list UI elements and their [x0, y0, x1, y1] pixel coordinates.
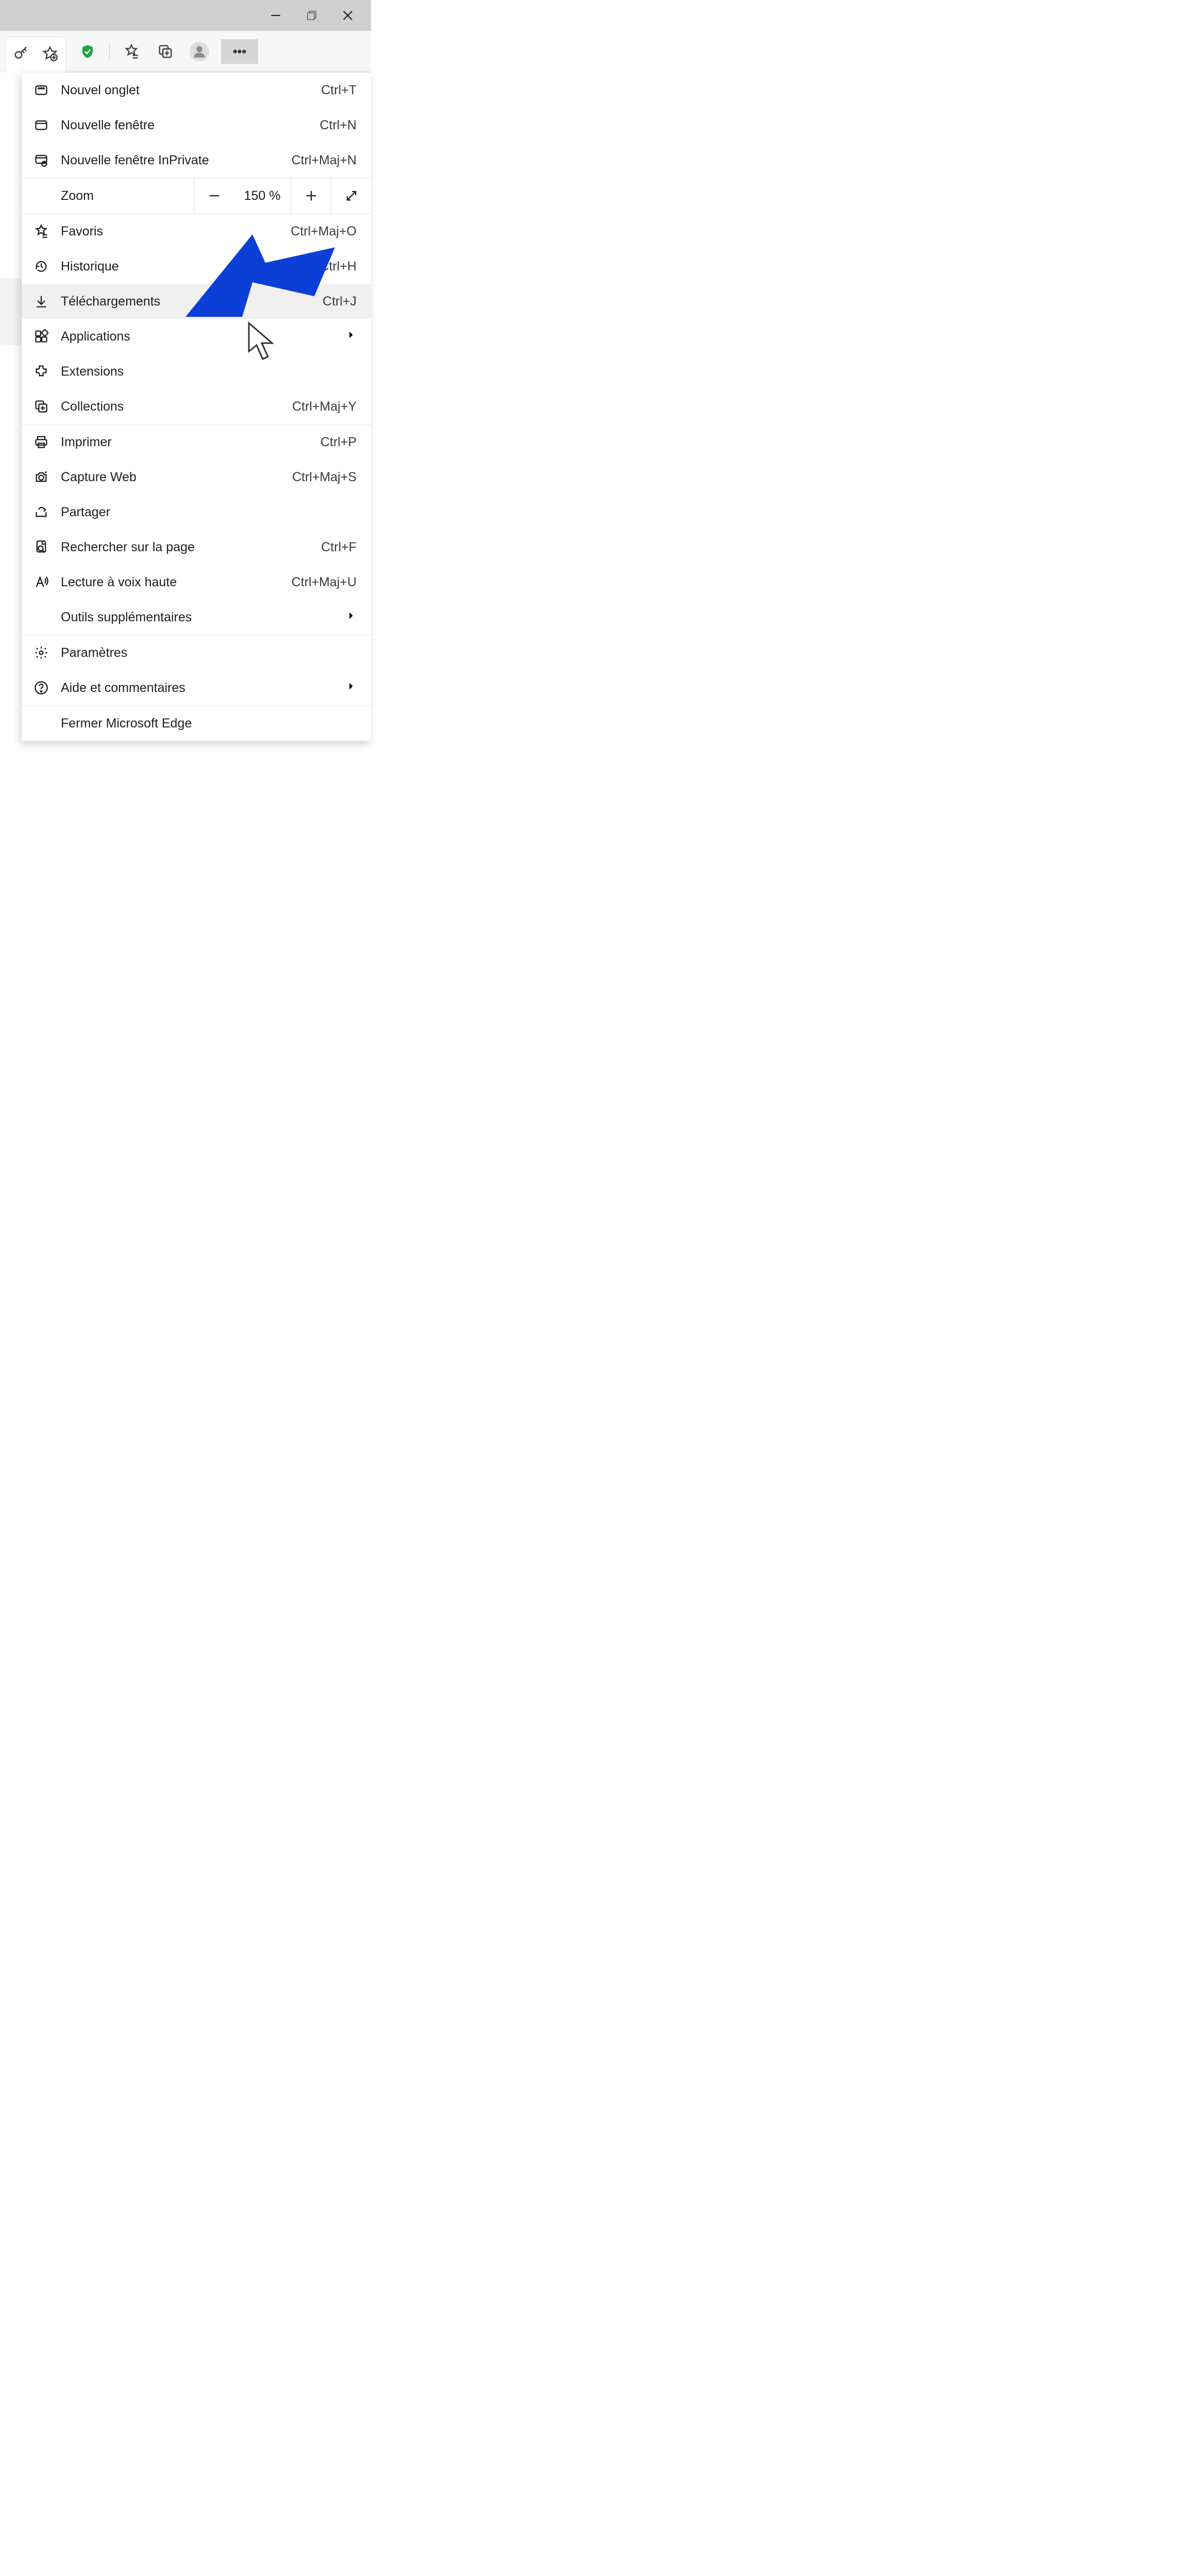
menu-label: Lecture à voix haute [61, 575, 292, 590]
extensions-icon [31, 364, 52, 379]
menu-item-new-inprivate[interactable]: Nouvelle fenêtre InPrivate Ctrl+Maj+N [22, 143, 371, 178]
menu-shortcut: Ctrl+Maj+Y [292, 399, 357, 414]
profile-avatar[interactable] [187, 39, 212, 64]
menu-label: Favoris [61, 224, 291, 239]
browser-toolbar [0, 31, 371, 72]
menu-item-extensions[interactable]: Extensions [22, 354, 371, 389]
menu-label: Nouvelle fenêtre InPrivate [61, 153, 292, 168]
menu-item-help[interactable]: Aide et commentaires [22, 670, 371, 705]
menu-shortcut: Ctrl+N [319, 118, 357, 133]
menu-shortcut: Ctrl+Maj+S [292, 470, 357, 485]
menu-label: Applications [61, 329, 345, 344]
menu-shortcut: Ctrl+T [321, 83, 357, 98]
avatar-icon [190, 42, 209, 61]
help-icon [31, 681, 52, 695]
menu-label: Nouvelle fenêtre [61, 118, 319, 133]
menu-label: Capture Web [61, 470, 292, 485]
address-bar-actions [5, 37, 66, 72]
menu-label: Imprimer [61, 435, 320, 450]
menu-item-favorites[interactable]: Favoris Ctrl+Maj+O [22, 214, 371, 249]
menu-label: Paramètres [61, 646, 357, 660]
print-icon [31, 435, 52, 449]
menu-shortcut: Ctrl+J [323, 294, 357, 309]
menu-label: Outils supplémentaires [61, 610, 345, 625]
menu-shortcut: Ctrl+Maj+O [291, 224, 357, 239]
menu-item-print[interactable]: Imprimer Ctrl+P [22, 425, 371, 460]
menu-item-find[interactable]: Rechercher sur la page Ctrl+F [22, 530, 371, 565]
shield-icon[interactable] [75, 39, 100, 64]
menu-item-new-tab[interactable]: Nouvel onglet Ctrl+T [22, 73, 371, 108]
new-window-icon [31, 118, 52, 132]
menu-shortcut: Ctrl+F [321, 540, 357, 555]
passwords-icon[interactable] [9, 41, 33, 66]
menu-item-close-edge[interactable]: Fermer Microsoft Edge [22, 706, 371, 741]
window-close-button[interactable] [330, 0, 366, 31]
gear-icon [31, 646, 52, 660]
menu-label: Rechercher sur la page [61, 540, 321, 555]
menu-label: Historique [61, 259, 319, 274]
camera-icon [31, 470, 52, 484]
toolbar-separator [109, 43, 110, 60]
menu-item-new-window[interactable]: Nouvelle fenêtre Ctrl+N [22, 108, 371, 143]
menu-item-history[interactable]: Historique Ctrl+H [22, 249, 371, 284]
menu-label: Nouvel onglet [61, 83, 321, 98]
window-titlebar [0, 0, 371, 31]
menu-label: Extensions [61, 364, 357, 379]
downloads-icon [31, 294, 52, 309]
menu-item-apps[interactable]: Applications [22, 319, 371, 354]
menu-item-more-tools[interactable]: Outils supplémentaires [22, 600, 371, 635]
menu-item-share[interactable]: Partager [22, 495, 371, 530]
collections-icon [31, 399, 52, 414]
menu-label: Aide et commentaires [61, 681, 345, 696]
favorites-list-icon[interactable] [119, 39, 144, 64]
favorites-icon [31, 224, 52, 239]
settings-and-more-menu: Nouvel onglet Ctrl+T Nouvelle fenêtre Ct… [22, 72, 371, 741]
menu-item-collections[interactable]: Collections Ctrl+Maj+Y [22, 389, 371, 424]
menu-label: Fermer Microsoft Edge [61, 716, 357, 731]
menu-item-downloads[interactable]: Téléchargements Ctrl+J [22, 284, 371, 319]
menu-label: Téléchargements [61, 294, 323, 309]
apps-icon [31, 329, 52, 344]
collections-toolbar-icon[interactable] [153, 39, 178, 64]
chevron-right-icon [345, 681, 357, 696]
read-aloud-icon [31, 575, 52, 589]
chevron-right-icon [345, 610, 357, 625]
menu-label: Collections [61, 399, 292, 414]
menu-shortcut: Ctrl+Maj+U [292, 575, 357, 590]
history-icon [31, 259, 52, 274]
zoom-row: Zoom 150 % [22, 178, 371, 214]
add-favorite-icon[interactable] [38, 41, 62, 66]
menu-item-read-aloud[interactable]: Lecture à voix haute Ctrl+Maj+U [22, 565, 371, 600]
more-menu-button[interactable] [221, 39, 258, 64]
window-maximize-button[interactable] [294, 0, 330, 31]
zoom-value: 150 % [234, 189, 291, 204]
zoom-out-button[interactable] [194, 178, 234, 214]
new-tab-icon [31, 83, 52, 97]
share-icon [31, 505, 52, 519]
chevron-right-icon [345, 329, 357, 344]
menu-item-settings[interactable]: Paramètres [22, 635, 371, 670]
zoom-label: Zoom [22, 189, 194, 204]
zoom-in-button[interactable] [291, 178, 331, 214]
fullscreen-button[interactable] [331, 178, 371, 214]
menu-label: Partager [61, 505, 357, 520]
menu-shortcut: Ctrl+Maj+N [292, 153, 357, 168]
inprivate-icon [31, 153, 52, 167]
find-icon [31, 540, 52, 554]
menu-item-web-capture[interactable]: Capture Web Ctrl+Maj+S [22, 460, 371, 495]
window-minimize-button[interactable] [258, 0, 294, 31]
menu-shortcut: Ctrl+H [319, 259, 357, 274]
menu-shortcut: Ctrl+P [320, 435, 357, 450]
